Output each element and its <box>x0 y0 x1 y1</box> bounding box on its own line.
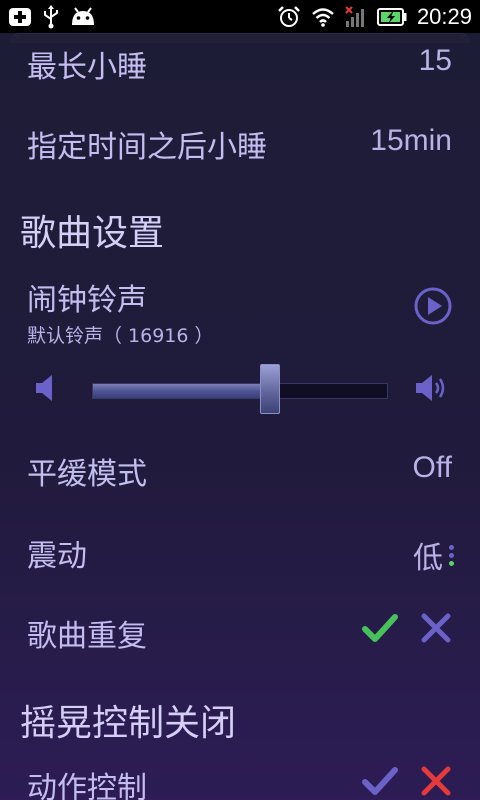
level-dots-icon <box>449 544 454 566</box>
volume-high-icon <box>414 372 450 404</box>
volume-slider-fill <box>93 384 271 398</box>
setting-vibration[interactable]: 震动 低 <box>0 531 480 576</box>
song-repeat-cross-icon[interactable] <box>420 612 452 644</box>
setting-gentle-mode[interactable]: 平缓模式 Off <box>0 449 480 492</box>
motion-control-label: 动作控制 <box>27 771 147 800</box>
battery-charging-icon <box>376 7 407 26</box>
vibration-label: 震动 <box>27 539 87 574</box>
setting-alarm-ringtone[interactable]: 闹钟铃声 默认铃声（ 16916 ） <box>0 275 480 347</box>
vibration-value-group: 低 <box>413 533 454 577</box>
volume-low-icon <box>34 373 56 403</box>
max-snooze-value: 15 <box>418 44 452 77</box>
usb-icon <box>42 4 60 29</box>
wifi-icon <box>311 7 335 27</box>
gentle-mode-value: Off <box>412 451 452 484</box>
setting-snooze-after[interactable]: 指定时间之后小睡 15min <box>0 122 480 165</box>
section-title-song: 歌曲设置 <box>20 213 165 254</box>
clock-time: 20:29 <box>416 3 472 29</box>
snooze-after-label: 指定时间之后小睡 <box>27 130 267 165</box>
motion-control-check-icon[interactable] <box>362 765 398 797</box>
setting-song-repeat: 歌曲重复 <box>0 611 480 654</box>
motion-control-cross-icon[interactable] <box>420 765 452 797</box>
android-icon <box>70 6 96 27</box>
volume-slider-thumb[interactable] <box>260 364 280 414</box>
snooze-after-value: 15min <box>370 124 452 157</box>
song-repeat-check-icon[interactable] <box>362 612 398 644</box>
alarm-ringtone-label: 闹钟铃声 <box>27 283 147 318</box>
play-icon[interactable] <box>413 286 453 326</box>
volume-slider-track[interactable] <box>92 383 388 399</box>
signal-icon <box>345 5 367 28</box>
gentle-mode-label: 平缓模式 <box>27 457 147 492</box>
vibration-value: 低 <box>413 541 443 576</box>
setting-max-snooze[interactable]: 最长小睡 15 <box>0 42 480 85</box>
status-bar: 20:29 <box>0 0 480 33</box>
alarm-ringtone-subtitle: 默认铃声（ 16916 ） <box>27 325 214 347</box>
max-snooze-label: 最长小睡 <box>27 50 147 85</box>
alarm-clock-icon <box>277 5 301 29</box>
setting-motion-control: 动作控制 <box>0 763 480 800</box>
song-repeat-label: 歌曲重复 <box>27 619 147 654</box>
section-title-shake: 摇晃控制关闭 <box>20 703 237 744</box>
add-box-icon <box>8 7 32 27</box>
